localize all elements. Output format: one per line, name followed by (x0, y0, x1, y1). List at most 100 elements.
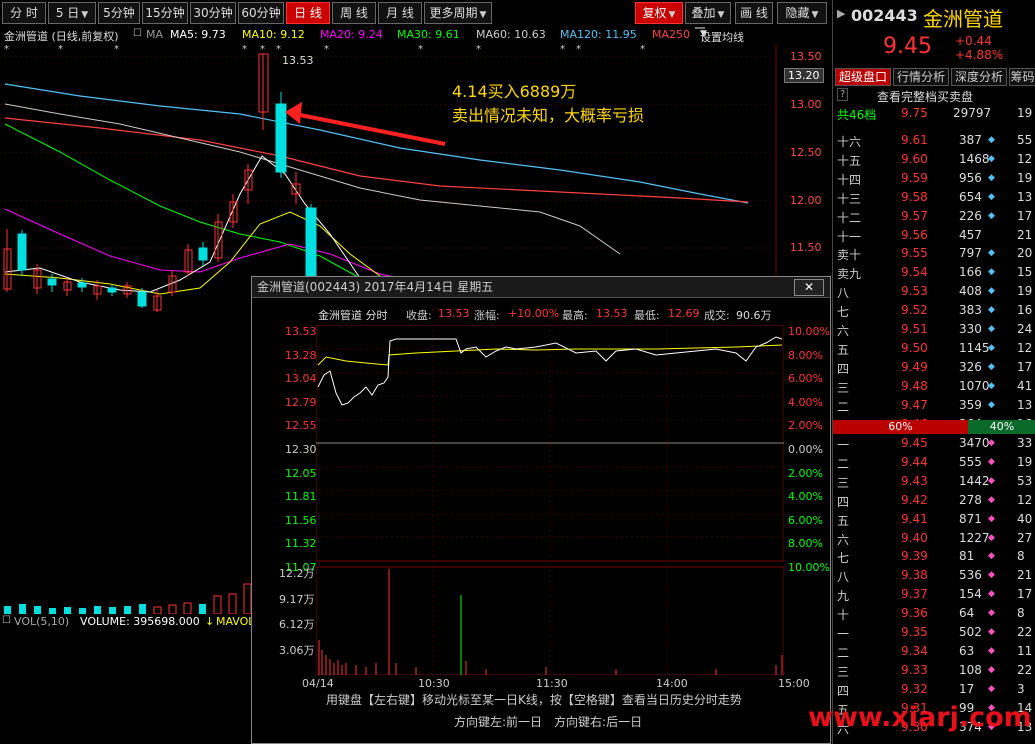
stock-code: 002443 (851, 6, 918, 25)
ma20-line (4, 208, 411, 281)
level-count: 27 (1017, 530, 1033, 545)
buy-orderbook-row[interactable]: 三 9.43 1442 ◆ 53 (833, 472, 1035, 490)
order-dot-icon: ◆ (988, 551, 995, 562)
period-5day-label: 5 日 (55, 6, 80, 20)
buy-orderbook-row[interactable]: 五 9.41 871 ◆ 40 (833, 510, 1035, 528)
ma60-value: MA60: 10.63 (476, 28, 546, 41)
level-price: 9.45 (901, 436, 928, 450)
buy-orderbook-row[interactable]: 一 9.35 502 ◆ 22 (833, 623, 1035, 641)
help-icon[interactable]: ? (837, 88, 849, 101)
level-price: 9.36 (901, 606, 928, 621)
t-tick: 04/14 (302, 677, 334, 690)
period-intraday-button[interactable]: 分 时 (2, 2, 46, 24)
ma120-value: MA120: 11.95 (560, 28, 637, 41)
set-ma-button[interactable]: 设置均线 ▼ (695, 27, 744, 44)
sell-orderbook-row[interactable]: 八 9.53 408 ◆ 19 (833, 282, 1035, 300)
sell-orderbook-row[interactable]: 十六 9.61 387 ◆ 55 (833, 131, 1035, 149)
sell-orderbook-row[interactable]: 十三 9.58 654 ◆ 13 (833, 188, 1035, 206)
last-price: 9.45 (883, 34, 932, 59)
level-volume: 1468 (959, 151, 990, 166)
buy-orderbook-row[interactable]: 六 9.40 1227 ◆ 27 (833, 529, 1035, 547)
sell-orderbook-row[interactable]: 卖十 9.55 797 ◆ 20 (833, 244, 1035, 262)
level-volume: 64 (959, 606, 975, 621)
level-price: 9.60 (901, 151, 928, 166)
period-30min-button[interactable]: 30分钟 (190, 2, 236, 24)
sell-orderbook-row[interactable]: 五 9.50 1145 ◆ 12 (833, 339, 1035, 357)
adjust-button[interactable]: 复权 ▼ (635, 2, 683, 24)
level-price: 9.61 (901, 133, 928, 147)
buy-orderbook-row[interactable]: 二 9.34 63 ◆ 11 (833, 642, 1035, 660)
low-label: 最低: (634, 309, 660, 322)
arrow-head-icon (285, 102, 302, 124)
sell-orderbook-row[interactable]: 十四 9.59 956 ◆ 19 (833, 169, 1035, 187)
buy-annotation: 4.14买入6889万 卖出情况未知，大概率亏损 (452, 80, 644, 128)
buy-orderbook-row[interactable]: 四 9.32 17 ◆ 3 (833, 680, 1035, 698)
sell-orderbook-row[interactable]: 四 9.49 326 ◆ 17 (833, 358, 1035, 376)
candle (3, 229, 12, 292)
vol-checkbox[interactable]: ☐ (2, 615, 11, 626)
svg-text:*: * (276, 44, 281, 55)
tab-chips[interactable]: 筹码 (1009, 68, 1035, 86)
level-label: 二 (837, 399, 850, 414)
intraday-chart[interactable] (316, 325, 784, 675)
t-tick: 10:30 (418, 677, 450, 690)
sell-orderbook-row[interactable]: 二 9.47 359 ◆ 13 (833, 396, 1035, 414)
tab-quote-analysis[interactable]: 行情分析 (893, 68, 949, 86)
period-5min-button[interactable]: 5分钟 (98, 2, 140, 24)
level-label: 六 (837, 324, 850, 338)
scroll-arrow-icon[interactable]: ▶ (837, 7, 845, 20)
level-count: 12 (1017, 492, 1033, 507)
view-full-orderbook-link[interactable]: 查看完整档买卖盘 (877, 88, 973, 105)
dropdown-arrow-icon: ▼ (479, 10, 487, 20)
order-dot-icon: ◆ (988, 248, 995, 259)
buy-orderbook-row[interactable]: 十 9.36 64 ◆ 8 (833, 604, 1035, 622)
period-weekly-button[interactable]: 周 线 (332, 2, 376, 24)
site-watermark: www.xiarj.com (808, 702, 1032, 733)
more-periods-button[interactable]: 更多周期 ▼ (424, 2, 492, 24)
draw-line-button[interactable]: 画 线 (735, 2, 773, 24)
price-change-pct: +4.88% (955, 48, 1004, 62)
buy-orderbook-row[interactable]: 三 9.33 108 ◆ 22 (833, 661, 1035, 679)
current-price-tag: 13.20 (784, 68, 824, 83)
close-label: 收盘: (406, 309, 432, 322)
r-tick: 10.00% (788, 561, 830, 574)
candle (198, 242, 208, 266)
buy-orderbook-row[interactable]: 一 9.45 3470 ◆ 33 (833, 434, 1035, 452)
overlay-button[interactable]: 叠加 ▼ (685, 2, 731, 24)
buy-orderbook-row[interactable]: 七 9.39 81 ◆ 8 (833, 547, 1035, 565)
level-volume: 871 (959, 511, 982, 526)
period-monthly-button[interactable]: 月 线 (378, 2, 422, 24)
level-price: 9.48 (901, 378, 928, 393)
order-dot-icon: ◆ (988, 456, 995, 467)
candle (168, 270, 177, 296)
buy-orderbook-row[interactable]: 八 9.38 536 ◆ 21 (833, 566, 1035, 584)
tab-super-orderbook[interactable]: 超级盘口 (835, 68, 891, 86)
ma-checkbox[interactable]: ☐ (133, 28, 142, 39)
level-count: 55 (1017, 133, 1033, 147)
sell-orderbook-row[interactable]: 七 9.52 383 ◆ 16 (833, 301, 1035, 319)
period-15min-button[interactable]: 15分钟 (142, 2, 188, 24)
sell-orderbook-row[interactable]: 十二 9.57 226 ◆ 17 (833, 207, 1035, 225)
close-button[interactable]: ✕ (794, 279, 824, 296)
sell-orderbook-row[interactable]: 三 9.48 1070 ◆ 41 (833, 377, 1035, 395)
hide-button[interactable]: 隐藏 ▼ (777, 2, 827, 24)
buy-orderbook-row[interactable]: 九 9.37 154 ◆ 17 (833, 585, 1035, 603)
level-count: 12 (1017, 340, 1033, 355)
buy-orderbook-row[interactable]: 四 9.42 278 ◆ 12 (833, 491, 1035, 509)
sell-orderbook-row[interactable]: 六 9.51 330 ◆ 24 (833, 320, 1035, 338)
level-volume: 108 (959, 662, 982, 677)
svg-text:*: * (476, 44, 481, 55)
sell-orderbook-row[interactable]: 卖九 9.54 166 ◆ 15 (833, 263, 1035, 281)
sell-orderbook-row[interactable]: 十一 9.56 457 21 (833, 226, 1035, 244)
level-label: 五 (837, 342, 850, 357)
sell-orderbook-row[interactable]: 十五 9.60 1468 ◆ 12 (833, 150, 1035, 168)
buy-orderbook-row[interactable]: 二 9.44 555 ◆ 19 (833, 453, 1035, 471)
period-60min-button[interactable]: 60分钟 (238, 2, 284, 24)
period-5day-button[interactable]: 5 日 ▼ (48, 2, 96, 24)
l-tick: 12.79 (285, 395, 317, 409)
level-volume: 383 (959, 303, 982, 318)
level-count: 12 (1017, 151, 1033, 166)
period-daily-button[interactable]: 日 线 (286, 2, 330, 24)
tab-depth-analysis[interactable]: 深度分析 (951, 68, 1007, 86)
svg-text:*: * (58, 44, 63, 55)
